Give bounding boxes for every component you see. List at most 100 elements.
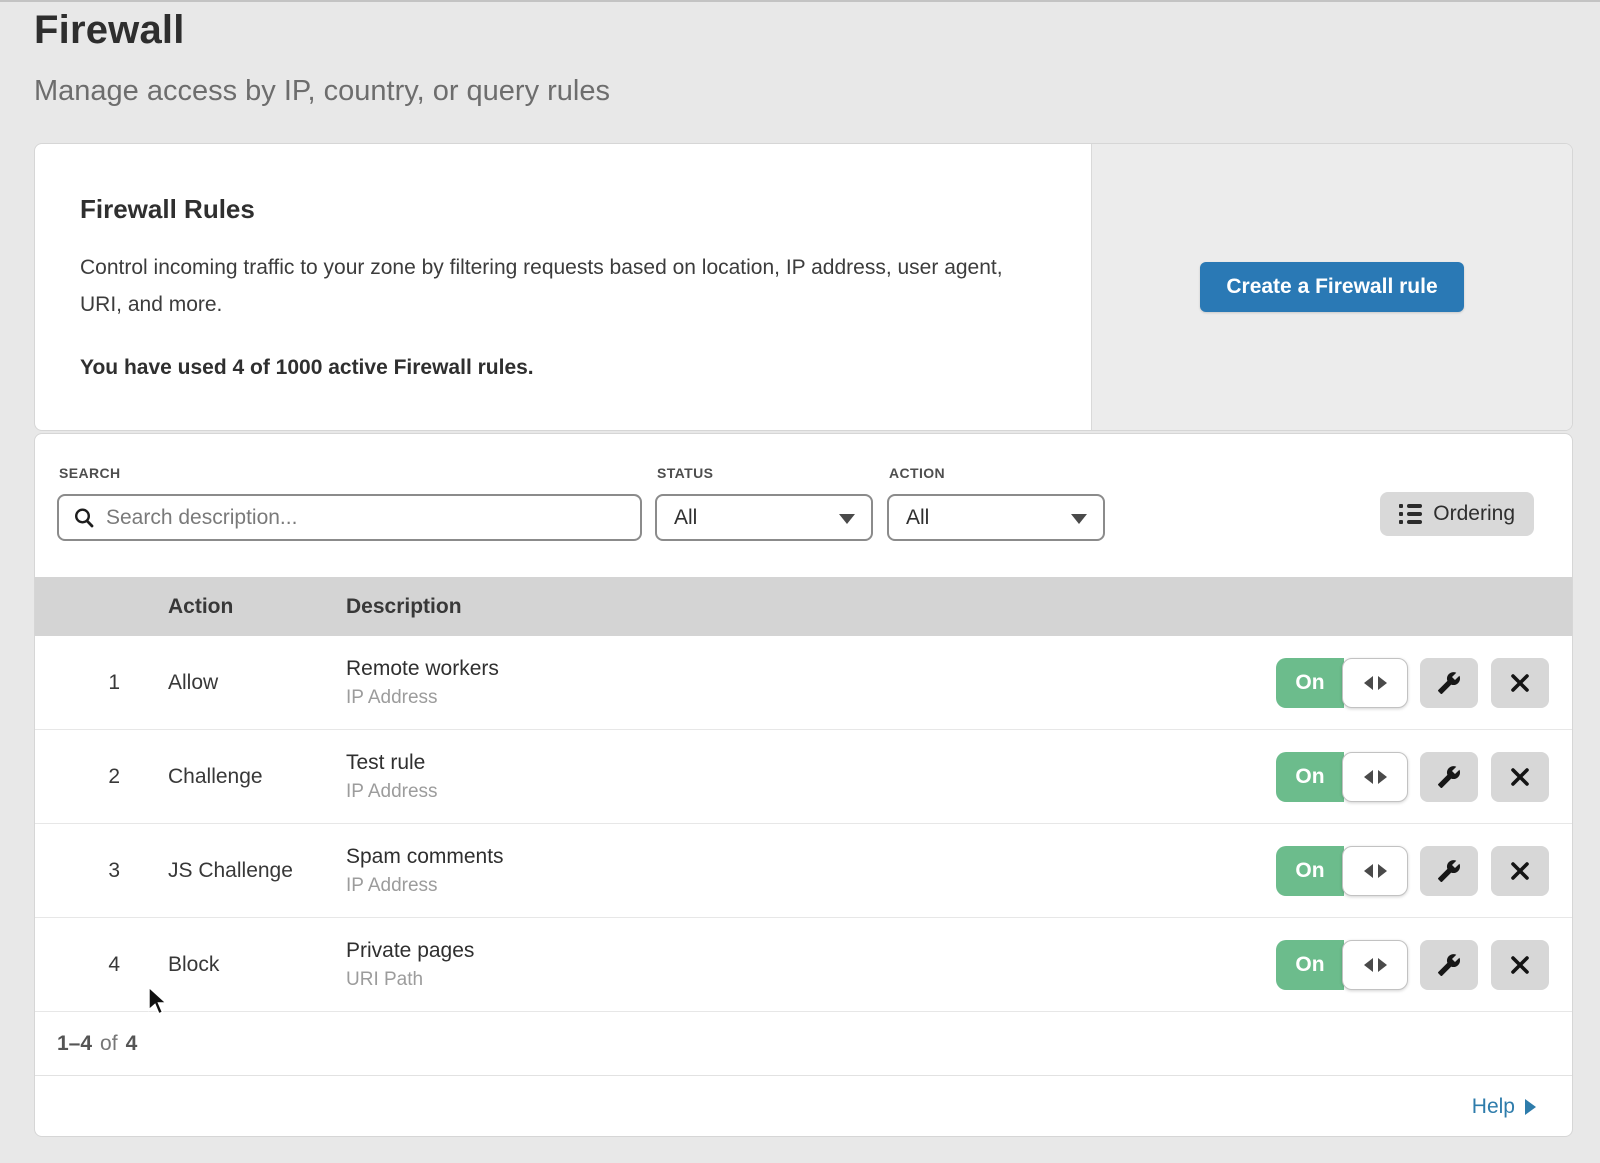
status-selected-value: All <box>674 506 697 530</box>
search-input[interactable] <box>106 506 626 530</box>
rule-priority-number: 4 <box>35 953 120 977</box>
toggle-on-segment: On <box>1276 940 1344 990</box>
rule-enabled-toggle[interactable]: On <box>1276 658 1408 708</box>
action-selected-value: All <box>906 506 929 530</box>
create-firewall-rule-button[interactable]: Create a Firewall rule <box>1200 262 1463 312</box>
wrench-icon <box>1437 671 1461 695</box>
page-subtitle: Manage access by IP, country, or query r… <box>34 75 610 108</box>
firewall-rules-usage: You have used 4 of 1000 active Firewall … <box>80 356 1046 380</box>
rule-controls: On <box>1276 846 1572 896</box>
close-icon <box>1509 766 1531 788</box>
rule-description-cell: Spam comments IP Address <box>346 845 1276 897</box>
wrench-icon <box>1437 953 1461 977</box>
toggle-on-segment: On <box>1276 658 1344 708</box>
toggle-drag-handle[interactable] <box>1342 752 1408 802</box>
delete-rule-button[interactable] <box>1491 940 1549 990</box>
rule-description: Private pages <box>346 939 1276 963</box>
rule-description: Remote workers <box>346 657 1276 681</box>
toggle-drag-handle[interactable] <box>1342 658 1408 708</box>
arrow-left-icon <box>1364 676 1373 690</box>
chevron-down-icon <box>1071 514 1087 524</box>
toggle-drag-handle[interactable] <box>1342 846 1408 896</box>
filters-toolbar: SEARCH STATUS All ACTION All <box>35 434 1572 577</box>
toggle-on-segment: On <box>1276 752 1344 802</box>
arrow-left-icon <box>1364 958 1373 972</box>
edit-rule-button[interactable] <box>1420 940 1478 990</box>
edit-rule-button[interactable] <box>1420 658 1478 708</box>
arrow-left-icon <box>1364 864 1373 878</box>
search-icon <box>73 507 95 529</box>
rule-description-cell: Test rule IP Address <box>346 751 1276 803</box>
close-icon <box>1509 672 1531 694</box>
rule-enabled-toggle[interactable]: On <box>1276 846 1408 896</box>
arrow-right-icon <box>1378 770 1387 784</box>
search-filter-group: SEARCH <box>57 457 642 577</box>
delete-rule-button[interactable] <box>1491 752 1549 802</box>
rule-match-type: IP Address <box>346 875 1276 897</box>
help-link[interactable]: Help <box>1472 1095 1536 1119</box>
search-label: SEARCH <box>59 465 642 481</box>
firewall-rules-card: Firewall Rules Control incoming traffic … <box>34 143 1573 431</box>
page-title: Firewall <box>34 8 610 53</box>
arrow-right-icon <box>1378 676 1387 690</box>
rule-action: Allow <box>168 671 346 695</box>
toggle-drag-handle[interactable] <box>1342 940 1408 990</box>
edit-rule-button[interactable] <box>1420 846 1478 896</box>
ordered-list-icon <box>1399 504 1422 524</box>
chevron-down-icon <box>839 514 855 524</box>
rule-action: Block <box>168 953 346 977</box>
rule-action: Challenge <box>168 765 346 789</box>
arrow-left-icon <box>1364 770 1373 784</box>
pagination-total: 4 <box>126 1032 138 1056</box>
wrench-icon <box>1437 859 1461 883</box>
rule-priority-number: 3 <box>35 859 120 883</box>
pagination-of: of <box>100 1032 118 1056</box>
rule-enabled-toggle[interactable]: On <box>1276 940 1408 990</box>
rule-match-type: URI Path <box>346 969 1276 991</box>
wrench-icon <box>1437 765 1461 789</box>
edit-rule-button[interactable] <box>1420 752 1478 802</box>
toggle-on-segment: On <box>1276 846 1344 896</box>
arrow-right-icon <box>1378 958 1387 972</box>
table-header: Action Description <box>35 577 1572 636</box>
rule-priority-number: 1 <box>35 671 120 695</box>
rule-match-type: IP Address <box>346 687 1276 709</box>
rule-priority-number: 2 <box>35 765 120 789</box>
arrow-right-icon <box>1378 864 1387 878</box>
firewall-rules-title: Firewall Rules <box>80 194 1046 225</box>
action-select[interactable]: All <box>887 494 1105 541</box>
column-action-header: Action <box>168 595 346 619</box>
rule-description-cell: Private pages URI Path <box>346 939 1276 991</box>
status-select[interactable]: All <box>655 494 873 541</box>
help-link-label: Help <box>1472 1095 1515 1119</box>
rule-enabled-toggle[interactable]: On <box>1276 752 1408 802</box>
rule-description: Test rule <box>346 751 1276 775</box>
rule-description: Spam comments <box>346 845 1276 869</box>
ordering-button-label: Ordering <box>1433 502 1515 526</box>
help-footer: Help <box>35 1076 1572 1137</box>
delete-rule-button[interactable] <box>1491 846 1549 896</box>
table-row: 2 Challenge Test rule IP Address On <box>35 730 1572 824</box>
page-top-edge <box>0 0 1600 2</box>
table-row: 3 JS Challenge Spam comments IP Address … <box>35 824 1572 918</box>
status-label: STATUS <box>657 465 873 481</box>
pagination: 1–4 of 4 <box>35 1012 1572 1076</box>
action-filter-group: ACTION All <box>887 457 1105 577</box>
firewall-rules-list-card: SEARCH STATUS All ACTION All <box>34 433 1573 1137</box>
ordering-button[interactable]: Ordering <box>1380 492 1534 536</box>
pagination-range: 1–4 <box>57 1032 92 1056</box>
rule-controls: On <box>1276 940 1572 990</box>
delete-rule-button[interactable] <box>1491 658 1549 708</box>
action-label: ACTION <box>889 465 1105 481</box>
rule-controls: On <box>1276 752 1572 802</box>
firewall-rules-description: Control incoming traffic to your zone by… <box>80 249 1025 323</box>
table-row: 4 Block Private pages URI Path On <box>35 918 1572 1012</box>
filters-spacer <box>1105 457 1380 577</box>
firewall-rules-card-body: Firewall Rules Control incoming traffic … <box>35 144 1091 430</box>
column-description-header: Description <box>346 595 1572 619</box>
search-box[interactable] <box>57 494 642 541</box>
rule-description-cell: Remote workers IP Address <box>346 657 1276 709</box>
close-icon <box>1509 860 1531 882</box>
page-header: Firewall Manage access by IP, country, o… <box>34 8 610 108</box>
status-filter-group: STATUS All <box>655 457 873 577</box>
